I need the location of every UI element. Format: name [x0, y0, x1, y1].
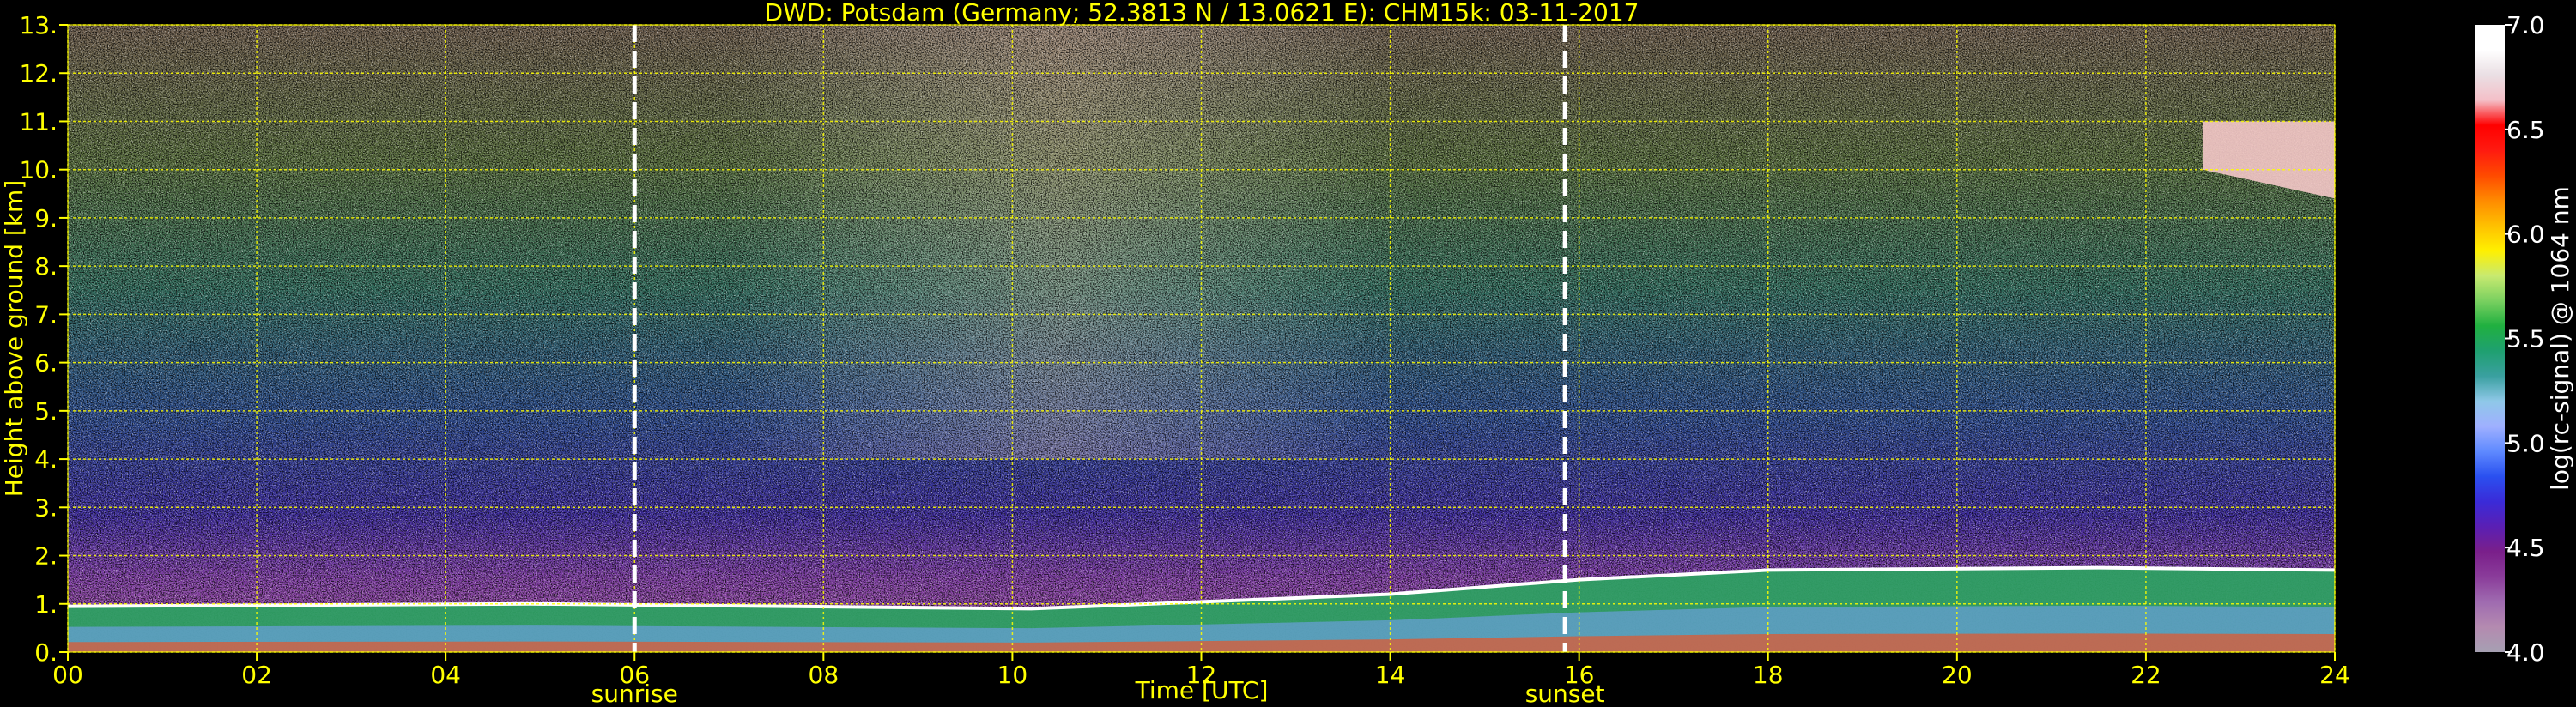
x-tick-label: 00 [52, 661, 83, 689]
y-tick-label: 2. [34, 542, 58, 571]
x-tick-label: 18 [1753, 661, 1784, 689]
colorbar-tick-label: 6.5 [2506, 116, 2545, 144]
y-tick-label: 1. [34, 590, 58, 619]
colorbar-tick-label: 4.5 [2506, 534, 2545, 562]
x-tick-label: 04 [430, 661, 461, 689]
y-tick-label: 5. [34, 397, 58, 426]
x-axis-label: Time [UTC] [1135, 676, 1269, 704]
x-tick-label: 22 [2131, 661, 2161, 689]
colorbar-tick-label: 5.5 [2506, 325, 2545, 354]
colorbar-tick-label: 7.0 [2506, 11, 2545, 39]
y-tick-label: 8. [34, 252, 58, 281]
y-tick-label: 6. [34, 349, 58, 378]
y-tick-label: 3. [34, 493, 58, 522]
colorbar-tick-label: 4.0 [2506, 638, 2545, 667]
y-tick-label: 12. [19, 59, 58, 88]
chart-title: DWD: Potsdam (Germany; 52.3813 N / 13.06… [765, 0, 1640, 27]
y-tick-label: 13. [19, 11, 58, 39]
y-tick-label: 4. [34, 445, 58, 474]
x-tick-label: 02 [241, 661, 272, 689]
lidar-backscatter-chart: sunrise sunset 0.1.2.3.4.5.6.7.8.9.10.11.… [0, 0, 2576, 707]
colorbar-tick-label: 6.0 [2506, 221, 2545, 249]
y-axis-label: Height above ground [km] [0, 180, 28, 498]
colorbar-tick-label: 5.0 [2506, 429, 2545, 457]
x-tick-label: 08 [809, 661, 839, 689]
y-tick-label: 7. [34, 300, 58, 329]
y-tick-label: 9. [34, 204, 58, 233]
x-tick-label: 06 [619, 661, 650, 689]
x-tick-label: 20 [1942, 661, 1973, 689]
colorbar-label: log(rc-signal) @ 1064 nm [2546, 186, 2574, 491]
x-tick-label: 14 [1375, 661, 1406, 689]
x-tick-label: 24 [2319, 661, 2350, 689]
y-tick-label: 11. [19, 107, 58, 136]
x-tick-label: 16 [1564, 661, 1595, 689]
colorbar-bar [2475, 25, 2505, 652]
x-tick-label: 10 [997, 661, 1028, 689]
